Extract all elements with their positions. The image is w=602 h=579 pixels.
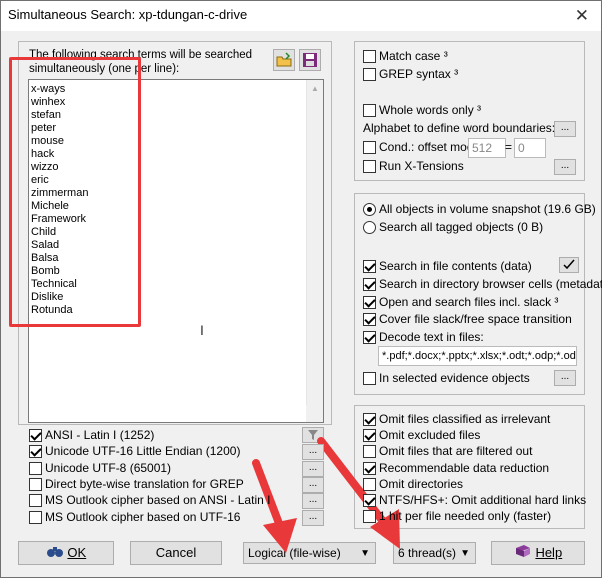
filter-label: Omit files classified as irrelevant <box>379 412 551 426</box>
encoding-label: MS Outlook cipher based on UTF-16 <box>45 509 241 524</box>
filter-checkbox[interactable] <box>363 461 376 475</box>
encoding-label: Direct byte-wise translation for GREP <box>45 476 244 491</box>
filter-checkbox[interactable] <box>363 429 376 443</box>
dialog-window: Simultaneous Search: xp-tdungan-c-drive … <box>0 0 602 578</box>
filter-label: Omit excluded files <box>379 428 481 443</box>
encoding-label: Unicode UTF-8 (65001) <box>45 460 172 475</box>
encoding-label: ANSI - Latin I (1252) <box>45 428 155 442</box>
filter-checkbox[interactable] <box>363 445 376 459</box>
filter-label: Omit directories <box>379 476 464 491</box>
encoding-options-button[interactable]: ... <box>302 476 324 493</box>
filter-label: NTFS/HFS+: Omit additional hard links <box>379 493 587 507</box>
filter-label: Omit files that are filtered out <box>379 444 533 459</box>
encoding-checkbox[interactable] <box>29 429 42 442</box>
filter-label: 1 hit per file needed only (faster) <box>379 509 552 524</box>
encoding-options-button[interactable]: ... <box>302 493 324 510</box>
encoding-checkbox[interactable] <box>29 445 42 459</box>
encoding-label: MS Outlook cipher based on ANSI - Latin … <box>45 493 271 508</box>
encoding-options-button[interactable]: ... <box>302 509 324 526</box>
filter-checkbox[interactable] <box>363 477 376 491</box>
encoding-label: Unicode UTF-16 Little Endian (1200) <box>45 444 241 459</box>
encoding-checkbox[interactable] <box>29 477 42 491</box>
filter-checkbox[interactable] <box>363 413 376 426</box>
filter-checkbox[interactable] <box>363 510 376 524</box>
filter-checkbox[interactable] <box>363 494 376 507</box>
encoding-options-button[interactable]: ... <box>302 444 324 461</box>
filter-label: Recommendable data reduction <box>379 460 550 475</box>
encoding-checkbox[interactable] <box>29 461 42 475</box>
encoding-checkbox[interactable] <box>29 510 42 524</box>
encoding-checkbox[interactable] <box>29 494 42 508</box>
encoding-options-button[interactable]: ... <box>302 460 324 477</box>
